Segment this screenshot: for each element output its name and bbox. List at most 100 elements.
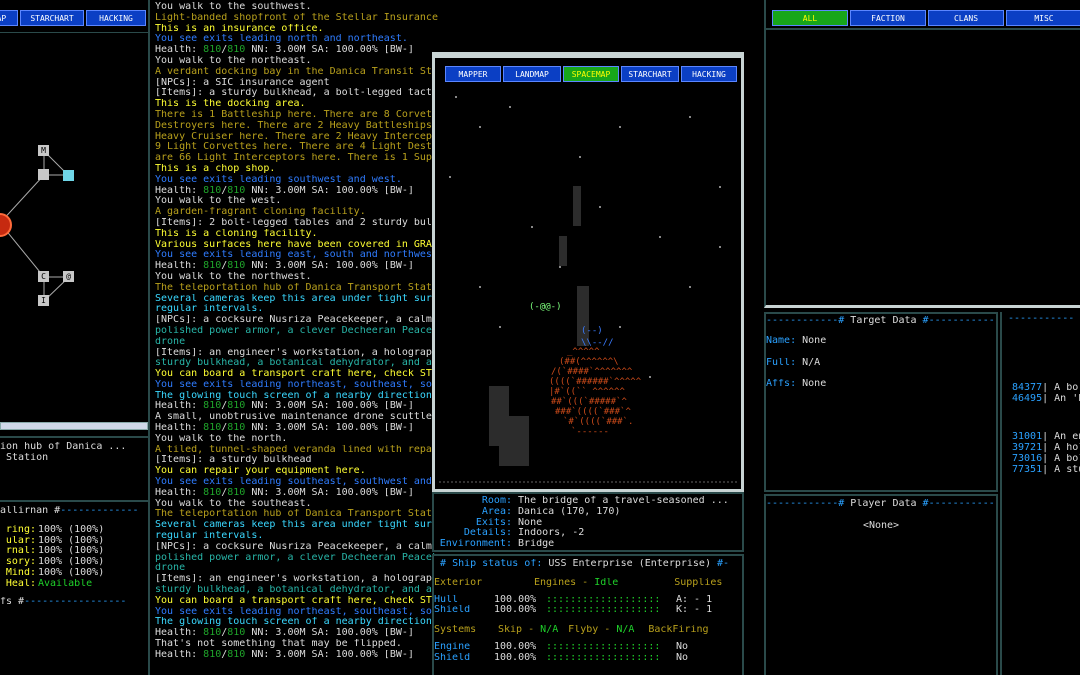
items-panel-header: -----------	[1002, 314, 1075, 324]
log-line: There is 1 Battleship here. There are 8 …	[155, 109, 442, 120]
center-tab-spacemap[interactable]: SPACEMAP	[563, 66, 619, 82]
spacemap-view[interactable]: _^^^^^ (##(^^^^^^\ /(`####`^^^^^^^ ((((`…	[439, 86, 739, 486]
mini-map[interactable]: M C @ I	[0, 32, 148, 423]
left-tab-bar: MAP STARCHART HACKING	[0, 10, 148, 26]
log-line: You see exits leading northeast, southea…	[155, 379, 442, 390]
chat-tab-all[interactable]: ALL	[772, 10, 848, 26]
items-list-1: 84377| A bo46495| An 'E	[1002, 383, 1080, 405]
log-line: Heavy Cruiser here. There are 2 Heavy In…	[155, 131, 442, 142]
item-entry[interactable]: 39721| A hol	[1012, 443, 1080, 454]
log-line: [Items]: an engineer's workstation, a ho…	[155, 347, 442, 358]
item-sep: |	[1042, 432, 1055, 443]
map-node-highlight[interactable]	[63, 170, 74, 181]
health-prompt: Health: 810/810 NN: 3.00M SA: 100.00% [B…	[155, 401, 442, 412]
item-entry[interactable]: 77351| A stu	[1012, 465, 1080, 476]
log-line: That's not something that may be flipped…	[155, 639, 402, 650]
item-id: 77351	[1012, 464, 1043, 475]
ship-status-prefix: Ship status of:	[452, 559, 543, 569]
log-line: polished power armor, a clever Decheeran…	[155, 552, 442, 563]
target-affs-label: Affs:	[766, 379, 797, 390]
map-node-m[interactable]: M	[38, 145, 49, 156]
room-label: Room:	[481, 496, 512, 506]
center-tab-hacking[interactable]: HACKING	[681, 66, 737, 82]
target-name-row: Name: None	[766, 336, 996, 347]
player-ship-marker[interactable]: (-@@-)	[529, 302, 562, 313]
items-panel: ----------- 84377| A bo46495| An 'E 3100…	[1000, 312, 1080, 675]
target-full: N/A	[802, 357, 821, 368]
health-current: 810	[203, 423, 222, 434]
ship-rows-systems: Engine 100.00%::::::::::::::::::: No Shield…	[434, 642, 742, 664]
map-node-player[interactable]: @	[63, 271, 74, 282]
item-sep: |	[1042, 464, 1055, 475]
health-rest: NN: 3.00M SA: 100.00% [BW-]	[245, 45, 414, 56]
details-row: Details: Indoors, -2	[434, 528, 742, 539]
log-line: This is a cloning facility.	[155, 228, 318, 239]
item-entry[interactable]: 84377| A bo	[1012, 383, 1080, 394]
log-line: You see exits leading north and northeas…	[155, 34, 408, 45]
health-label: Health:	[155, 401, 204, 412]
target-affs: None	[802, 379, 827, 390]
ship-system-value: 100.00%	[494, 652, 537, 663]
item-id: 39721	[1012, 443, 1043, 454]
left-tab-map[interactable]: MAP	[0, 10, 18, 26]
health-label: Health:	[155, 649, 204, 660]
health-max: 810	[227, 185, 246, 196]
health-prompt: Health: 810/810 NN: 3.00M SA: 100.00% [B…	[155, 628, 442, 639]
map-node-c[interactable]: C	[38, 271, 49, 282]
health-label: Health:	[155, 261, 204, 272]
left-panel: MAP STARCHART HACKING M C @ I ion hub of…	[0, 0, 150, 675]
center-tab-starchart[interactable]: STARCHART	[621, 66, 679, 82]
chat-tab-faction[interactable]: FACTION	[850, 10, 926, 26]
ship-status-row: Shield 100.00%::::::::::::::::::: No	[434, 653, 742, 664]
log-line: The teleportation hub of Danica Transpor…	[155, 509, 442, 520]
chat-tab-clans[interactable]: CLANS	[928, 10, 1004, 26]
item-sep: |	[1042, 393, 1055, 404]
room-summary: ion hub of Danica ... Station	[0, 436, 148, 498]
svg-text:(##(^^^^^^\: (##(^^^^^^\	[559, 357, 619, 367]
log-line: This is a chop shop.	[155, 163, 276, 174]
mapper-window: MAPPER LANDMAP SPACEMAP STARCHART HACKIN…	[432, 52, 744, 492]
stat-label: ular:	[5, 535, 36, 546]
target-data-header: ------------# Target Data #-----------	[766, 316, 995, 326]
left-tab-hacking[interactable]: HACKING	[86, 10, 146, 26]
target-cursor[interactable]: (--)	[581, 326, 603, 337]
log-line: You walk to the northwest.	[155, 271, 312, 282]
skip-label: Skip -	[498, 625, 541, 636]
health-prompt: Health: 810/810 NN: 3.00M SA: 100.00% [B…	[155, 186, 442, 197]
health-label: Health:	[155, 487, 204, 498]
environment-row: Environment: Bridge	[434, 539, 742, 550]
main-output-log[interactable]: You walk to the southwest. Light-banded s…	[152, 0, 442, 675]
map-node[interactable]	[38, 169, 49, 180]
log-line: Several cameras keep this area under tig…	[155, 520, 442, 531]
ship-system-value: 100.00%	[494, 605, 537, 616]
item-entry[interactable]: 31001| An en	[1012, 432, 1080, 443]
item-desc: An 'E	[1054, 393, 1080, 404]
health-current: 810	[203, 649, 222, 660]
health-prompt: Health: 810/810 NN: 3.00M SA: 100.00% [B…	[155, 261, 442, 272]
systems-label: Systems	[434, 625, 477, 636]
center-tab-landmap[interactable]: LANDMAP	[503, 66, 561, 82]
target-full-label: Full:	[766, 357, 797, 368]
target-data-panel: ------------# Target Data #----------- N…	[764, 312, 998, 492]
log-lines: You walk to the southwest. Light-banded s…	[155, 2, 442, 661]
log-line: [NPCs]: a SIC insurance agent	[155, 77, 330, 88]
center-tab-mapper[interactable]: MAPPER	[445, 66, 501, 82]
log-line: [NPCs]: a cocksure Nusriza Peacekeeper, …	[155, 541, 442, 552]
environment-value: Bridge	[518, 539, 555, 550]
left-tab-starchart[interactable]: STARCHART	[20, 10, 84, 26]
map-scrollbar[interactable]	[0, 422, 148, 430]
ship-system-supply: No	[676, 641, 689, 652]
player-data-value: <None>	[862, 520, 900, 531]
map-node-i[interactable]: I	[38, 295, 49, 306]
chat-tab-misc[interactable]: MISC	[1006, 10, 1080, 26]
item-entry[interactable]: 46495| An 'E	[1012, 394, 1080, 405]
flyby-value: N/A	[616, 625, 635, 636]
health-max: 810	[227, 45, 246, 56]
stat-label: rnal:	[5, 546, 36, 557]
health-rest: NN: 3.00M SA: 100.00% [BW-]	[245, 401, 414, 412]
health-current: 810	[203, 401, 222, 412]
log-line: This is the docking area.	[155, 99, 306, 110]
log-line: [Items]: a sturdy bulkhead, a bolt-legge…	[155, 88, 442, 99]
item-entry[interactable]: 73016| A bol	[1012, 454, 1080, 465]
stat-row: rnal: 100% (100%)	[0, 546, 148, 557]
